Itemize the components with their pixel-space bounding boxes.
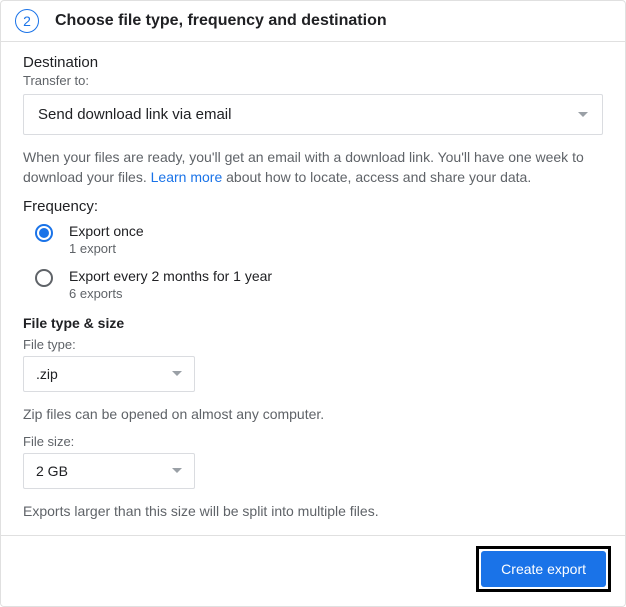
file-type-select[interactable]: .zip (23, 356, 195, 392)
panel-header: 2 Choose file type, frequency and destin… (1, 1, 625, 42)
panel-body: Destination Transfer to: Send download l… (1, 42, 625, 535)
radio-label-secondary: 1 export (69, 241, 144, 256)
radio-labels: Export every 2 months for 1 year 6 expor… (69, 268, 272, 301)
frequency-option-recurring[interactable]: Export every 2 months for 1 year 6 expor… (35, 268, 603, 301)
radio-icon (35, 269, 53, 287)
create-export-highlight: Create export (476, 546, 611, 592)
help-text-after: about how to locate, access and share yo… (222, 169, 531, 185)
chevron-down-icon (172, 468, 182, 473)
learn-more-link[interactable]: Learn more (151, 169, 223, 185)
file-size-select[interactable]: 2 GB (23, 453, 195, 489)
file-type-label: File type: (23, 337, 603, 352)
frequency-section-title: Frequency: (23, 198, 603, 215)
panel-title: Choose file type, frequency and destinat… (55, 12, 387, 30)
file-type-value: .zip (36, 366, 58, 382)
chevron-down-icon (172, 371, 182, 376)
file-type-help: Zip files can be opened on almost any co… (23, 404, 603, 424)
radio-labels: Export once 1 export (69, 223, 144, 256)
create-export-button[interactable]: Create export (481, 551, 606, 587)
radio-label-primary: Export once (69, 223, 144, 239)
file-size-label: File size: (23, 434, 603, 449)
transfer-to-value: Send download link via email (38, 106, 231, 123)
panel-footer: Create export (1, 535, 625, 606)
step-number-badge: 2 (15, 9, 39, 33)
radio-icon (35, 224, 53, 242)
destination-help-text: When your files are ready, you'll get an… (23, 147, 603, 188)
transfer-to-label: Transfer to: (23, 73, 603, 88)
frequency-radio-group: Export once 1 export Export every 2 mont… (23, 223, 603, 301)
destination-section-title: Destination (23, 54, 603, 71)
radio-label-secondary: 6 exports (69, 286, 272, 301)
file-type-size-title: File type & size (23, 315, 603, 331)
frequency-option-once[interactable]: Export once 1 export (35, 223, 603, 256)
radio-label-primary: Export every 2 months for 1 year (69, 268, 272, 284)
file-size-value: 2 GB (36, 463, 68, 479)
chevron-down-icon (578, 112, 588, 117)
file-size-help: Exports larger than this size will be sp… (23, 501, 603, 521)
export-settings-panel: 2 Choose file type, frequency and destin… (0, 0, 626, 607)
transfer-to-select[interactable]: Send download link via email (23, 94, 603, 135)
